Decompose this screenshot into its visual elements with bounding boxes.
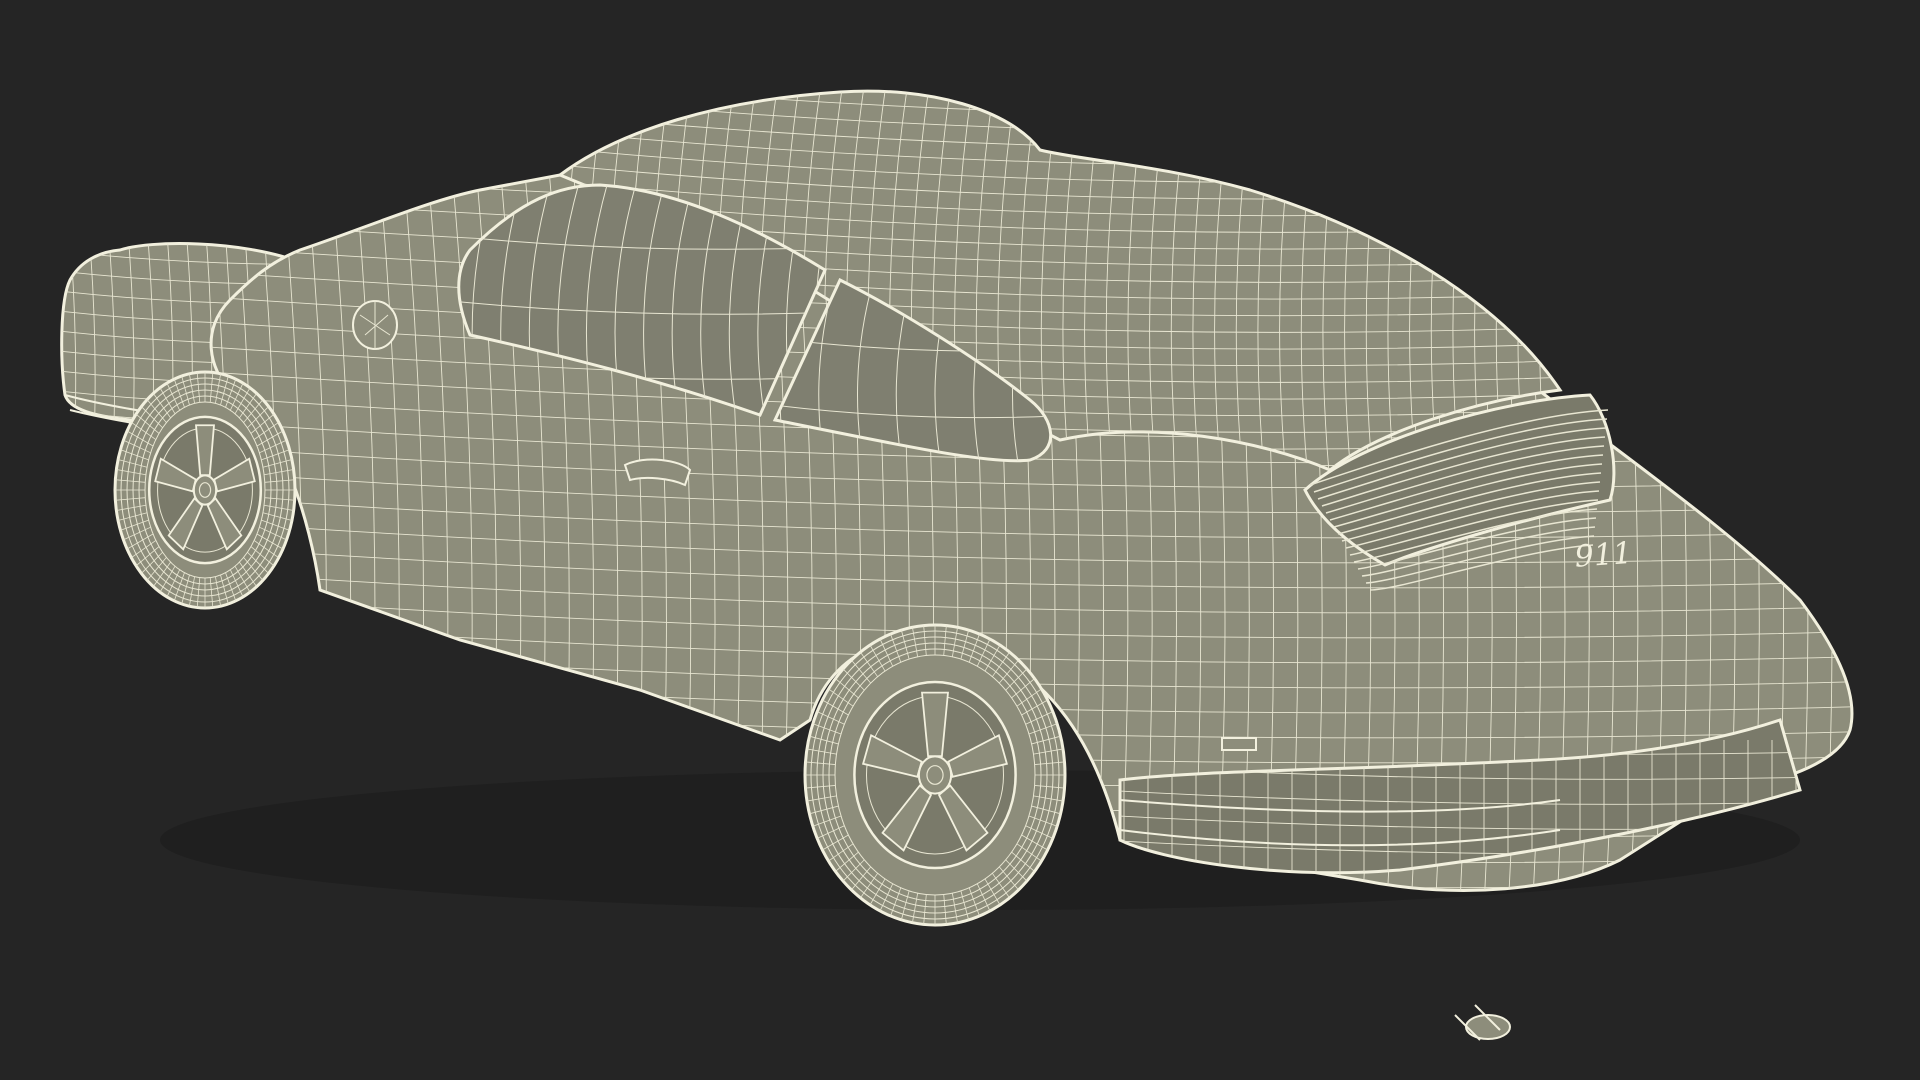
rear-badge-text: 911 — [1574, 536, 1634, 575]
rear-wheel — [803, 623, 1067, 927]
render-viewport: 911 — [0, 0, 1920, 1080]
mesh-line — [1880, 120, 1905, 920]
mesh-line — [1856, 120, 1881, 920]
mesh-line — [1806, 153, 1833, 891]
exhaust-pipe — [1454, 1004, 1511, 1041]
mesh-line — [180, 920, 1880, 963]
side-mirror — [352, 300, 398, 350]
mesh-line — [50, 230, 56, 470]
rear-light-marker — [1221, 737, 1257, 751]
mesh-line — [560, 91, 1560, 117]
rear-badge: 911 — [1574, 536, 1634, 575]
front-wheel — [113, 370, 297, 610]
car-wireframe-render: 911 — [50, 89, 1905, 1041]
mesh-line — [1830, 153, 1852, 891]
mesh-line — [1782, 153, 1809, 891]
